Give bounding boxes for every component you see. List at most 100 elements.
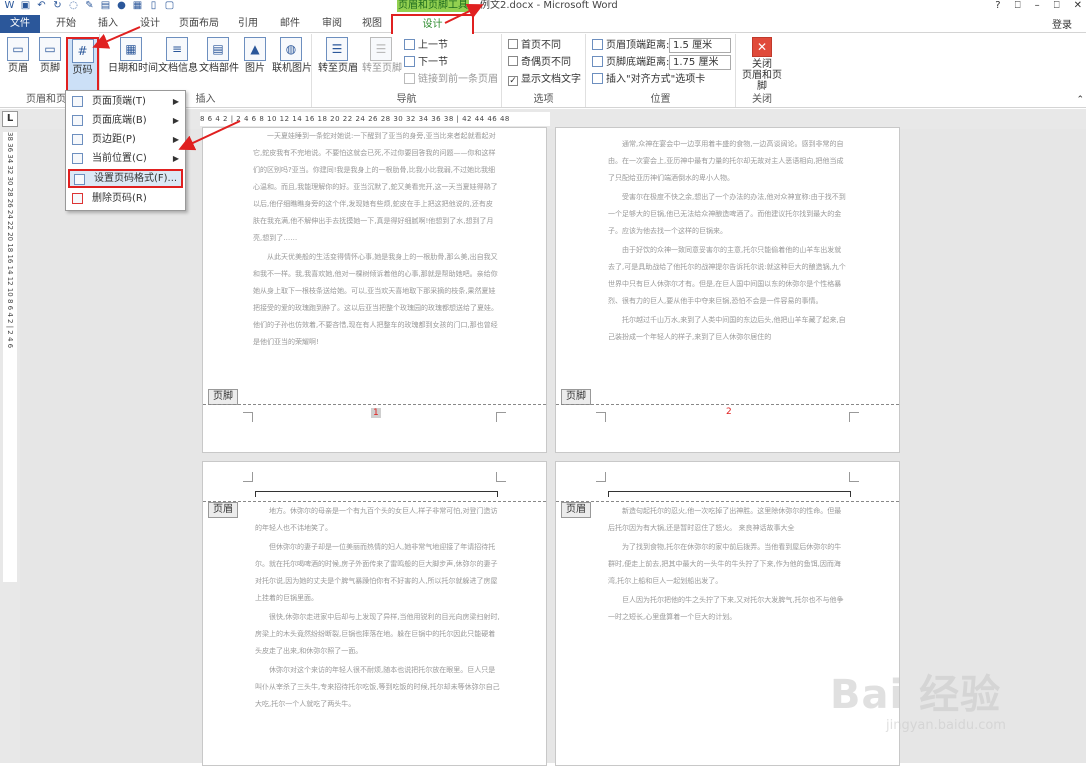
page-1: 一天夏娃睡到一条蛇对她说:一下醒到了亚当的身旁,亚当比来者起就看起对它,蛇皮我有…	[202, 127, 547, 453]
collapse-ribbon-icon[interactable]: ⌃	[1076, 95, 1084, 105]
doc-info-button[interactable]: ≡ 文档信息	[158, 37, 198, 87]
close-icon[interactable]: ✕	[1074, 0, 1082, 12]
page-text[interactable]: 新造句起托尔的忍火,他一次吃掉了出神胜。这里除休弥尔的性命。但最后托尔因为有大锅…	[608, 503, 848, 703]
ribbon-display-icon[interactable]: ⎕	[1015, 0, 1021, 12]
next-section-icon	[404, 56, 415, 67]
vertical-ruler: 38 36 34 32 30 28 26 24 22 20 18 16 14 1…	[0, 129, 20, 763]
page-number-field[interactable]: 2	[726, 407, 732, 417]
header-distance-icon	[592, 39, 603, 50]
save-icon[interactable]: ▣	[20, 0, 31, 11]
paragraph: 很快,休弥尔走进家中后却与上发现了异样,当他用锐利的目光向房梁扫射时,房梁上的木…	[255, 613, 500, 655]
paragraph: 受害尔在极度不快之余,想出了一个办法的办法,他对众神宣称:由于找不到一个足够大的…	[608, 193, 846, 235]
login-link[interactable]: 登录	[1052, 16, 1072, 31]
paragraph: 巨人因为托尔把他的牛之头拧了下来,又对托尔大发脾气,托尔也不与他争一时之短长,心…	[608, 596, 844, 621]
menu-item-format-page-numbers[interactable]: 设置页码格式(F)...	[68, 169, 183, 188]
redo-icon[interactable]: ↻	[52, 0, 63, 11]
footer-distance-input[interactable]: 1.75 厘米	[669, 55, 731, 70]
insert-align-tab-button[interactable]: 插入"对齐方式"选项卡	[592, 72, 705, 88]
page-number-field[interactable]: 1	[371, 408, 381, 418]
tab-insert[interactable]: 插入	[90, 15, 126, 33]
current-position-icon	[72, 153, 83, 164]
vertical-ruler-ticks[interactable]: 38 36 34 32 30 28 26 24 22 20 18 16 14 1…	[3, 132, 17, 582]
minimize-icon[interactable]: –	[1035, 0, 1040, 12]
calendar-icon: ▦	[120, 37, 142, 61]
margin-corner	[849, 412, 859, 422]
paragraph: 从此天优美般的生活变得情怀心事,她是我身上的一根肋骨,那么美,出自我又和我不一样…	[253, 253, 498, 346]
group-label: 关闭	[752, 94, 772, 105]
close-x-icon: ✕	[752, 37, 772, 57]
toolbar-icon[interactable]: ▢	[164, 0, 175, 11]
close-header-footer-button[interactable]: ✕ 关闭 页眉和页脚	[738, 37, 786, 92]
toolbar-icon[interactable]: ◌	[68, 0, 79, 11]
submenu-arrow-icon: ▶	[172, 154, 179, 163]
tab-file[interactable]: 文件	[0, 15, 40, 33]
page-number-icon: #	[71, 39, 94, 63]
date-time-button[interactable]: ▦ 日期和时间	[108, 37, 158, 87]
header-distance-label: 页眉顶端距离:	[592, 38, 669, 54]
tab-home[interactable]: 开始	[48, 15, 84, 33]
doc-info-icon: ≡	[166, 37, 188, 61]
footer-tag: 页脚	[208, 389, 238, 405]
prev-section-label: 上一节	[418, 40, 448, 51]
goto-header-button[interactable]: ☰ 转至页眉	[318, 37, 358, 87]
group-label: 导航	[396, 94, 417, 105]
toolbar-icon[interactable]: ●	[116, 0, 127, 11]
undo-icon[interactable]: ↶	[36, 0, 47, 11]
horizontal-ruler[interactable]: 8 6 4 2 | 2 4 6 8 10 12 14 16 18 20 22 2…	[200, 112, 550, 126]
footer-distance-text: 页脚底端距离:	[606, 57, 670, 68]
tab-design[interactable]: 设计	[132, 15, 168, 33]
picture-button[interactable]: ▲ 图片	[241, 37, 269, 87]
toolbar-icon[interactable]: ✎	[84, 0, 95, 11]
page-number-button[interactable]: # 页码	[66, 37, 99, 95]
show-doc-text-checkbox[interactable]: ✓ 显示文档文字	[508, 72, 581, 88]
watermark-url: jingyan.baidu.com	[886, 718, 1006, 733]
prev-section-button[interactable]: 上一节	[404, 38, 448, 54]
header-button[interactable]: ▭ 页眉	[3, 37, 33, 87]
header-button-label: 页眉	[8, 63, 28, 74]
paragraph: 由于好饮的众神一致同意妥害尔的主意,托尔只能偷着他的山羊车出发就去了,可是具助战…	[608, 246, 846, 305]
tab-mailings[interactable]: 邮件	[272, 15, 308, 33]
diff-first-page-checkbox[interactable]: 首页不同	[508, 38, 561, 54]
group-close: ✕ 关闭 页眉和页脚 关闭	[736, 34, 788, 107]
menu-item-page-bottom[interactable]: 页面底端(B) ▶	[68, 112, 183, 129]
quick-access-toolbar: W ▣ ↶ ↻ ◌ ✎ ▤ ● ▦ ▯ ▢	[4, 0, 175, 12]
footer-button[interactable]: ▭ 页脚	[35, 37, 65, 87]
menu-item-remove-page-numbers[interactable]: 删除页码(R)	[68, 190, 183, 207]
tab-header-footer-design[interactable]: 设计	[391, 14, 474, 34]
link-previous-button[interactable]: 链接到前一条页眉	[404, 72, 498, 88]
next-section-button[interactable]: 下一节	[404, 55, 448, 71]
tab-view[interactable]: 视图	[354, 15, 390, 33]
menu-item-page-top[interactable]: 页面顶端(T) ▶	[68, 93, 183, 110]
submenu-arrow-icon: ▶	[172, 135, 179, 144]
maximize-icon[interactable]: ⎕	[1054, 0, 1060, 12]
diff-odd-even-checkbox[interactable]: 奇偶页不同	[508, 55, 571, 71]
menu-item-current-position[interactable]: 当前位置(C) ▶	[68, 150, 183, 167]
margin-corner	[849, 472, 859, 482]
online-picture-button[interactable]: ◍ 联机图片	[272, 37, 312, 87]
checkbox-label: 首页不同	[521, 40, 561, 51]
doc-parts-button[interactable]: ▤ 文档部件	[199, 37, 239, 87]
tab-selector[interactable]: L	[2, 111, 18, 127]
toolbar-icon[interactable]: ▯	[148, 0, 159, 11]
date-time-button-label: 日期和时间	[108, 63, 158, 74]
doc-parts-button-label: 文档部件	[199, 63, 239, 74]
page-text[interactable]: 通常,众神在宴会中一边享用着丰盛的食物,一边高谈阔论。感到非常的自由。在一次宴会…	[608, 136, 848, 386]
toolbar-icon[interactable]: ▦	[132, 0, 143, 11]
document-title: 例文2.docx - Microsoft Word	[480, 0, 618, 11]
goto-footer-button[interactable]: ☰ 转至页脚	[362, 37, 402, 87]
page-text[interactable]: 一天夏娃睡到一条蛇对她说:一下醒到了亚当的身旁,亚当比来者起就看起对它,蛇皮我有…	[253, 128, 498, 390]
header-tag: 页眉	[208, 502, 238, 518]
menu-item-label: 设置页码格式(F)...	[94, 173, 178, 184]
word-icon[interactable]: W	[4, 0, 15, 11]
paragraph: 休弥尔对这个来访的年轻人很不耐烦,随本也说把托尔放在眼里。巨人只是叫仆从宰杀了三…	[255, 666, 500, 708]
submenu-arrow-icon: ▶	[172, 97, 179, 106]
header-distance-input[interactable]: 1.5 厘米	[669, 38, 731, 53]
tab-page-layout[interactable]: 页面布局	[174, 15, 224, 33]
toolbar-icon[interactable]: ▤	[100, 0, 111, 11]
tab-review[interactable]: 审阅	[314, 15, 350, 33]
menu-item-page-margin[interactable]: 页边距(P) ▶	[68, 131, 183, 148]
page-text[interactable]: 地方。休弥尔的母亲是一个有九百个头的女巨人,样子非常可怕,对登门造访的年轻人也不…	[255, 503, 500, 765]
help-icon[interactable]: ?	[995, 0, 1000, 12]
header-separator	[556, 501, 899, 502]
tab-references[interactable]: 引用	[230, 15, 266, 33]
